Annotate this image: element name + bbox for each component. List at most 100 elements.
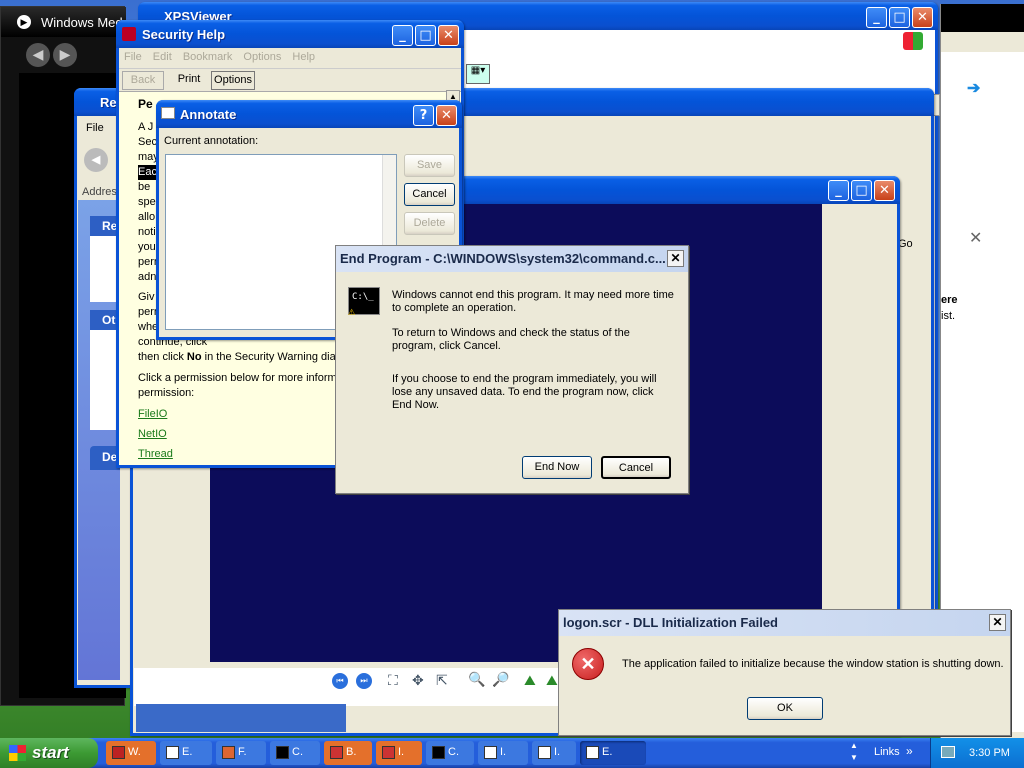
media-player-icon	[112, 746, 125, 759]
window-icon	[484, 746, 497, 759]
ie-icon	[382, 746, 395, 759]
help-button[interactable]: ?	[413, 105, 434, 126]
taskbar-scroll-buttons[interactable]: ▲ ▼	[848, 740, 860, 766]
taskbar-button[interactable]: C.	[270, 741, 320, 765]
taskbar-label: C.	[292, 746, 303, 758]
end-program-dialog[interactable]: End Program - C:\WINDOWS\system32\comman…	[335, 245, 689, 494]
zoom-in-icon[interactable]: 🔍	[468, 671, 485, 688]
network-icon[interactable]	[941, 746, 955, 758]
maximize-button[interactable]: □	[415, 25, 436, 46]
permission-line: permission:	[138, 387, 195, 399]
nav-down-icon[interactable]: ⛰	[546, 672, 558, 689]
menu-edit[interactable]: Edit	[153, 51, 172, 63]
end-program-titlebar[interactable]: End Program - C:\WINDOWS\system32\comman…	[336, 246, 688, 272]
close-x-icon[interactable]: ✕	[969, 228, 982, 248]
taskbar-button[interactable]: E.	[160, 741, 212, 765]
first-page-icon[interactable]: ⏮	[332, 673, 348, 689]
full-screen-icon[interactable]: ⇱	[436, 672, 448, 689]
warning-icon: ⚠	[348, 304, 356, 318]
close-button[interactable]: ✕	[874, 180, 895, 201]
last-page-icon[interactable]: ⏭	[356, 673, 372, 689]
taskbar-buttons: W. E. F. C. B. I. C. I. I. E.	[106, 741, 846, 765]
options-button[interactable]: Options	[211, 71, 255, 90]
error-icon: ✕	[572, 648, 604, 680]
link-fileio[interactable]: FileIO	[138, 407, 346, 422]
media-player-title: Windows Med	[41, 15, 123, 30]
zoom-out-icon[interactable]: 🔎	[492, 671, 509, 688]
delete-button[interactable]: Delete	[404, 212, 455, 235]
save-button[interactable]: Save	[404, 154, 455, 177]
permission-line: Click a permission below for more inform…	[138, 372, 346, 384]
minimize-button[interactable]: _	[392, 25, 413, 46]
maximize-button[interactable]: □	[889, 7, 910, 28]
close-button[interactable]: ✕	[667, 250, 684, 267]
view-toggle-icon[interactable]: ▦▾	[466, 64, 490, 84]
taskbar-button[interactable]: I.	[376, 741, 422, 765]
taskbar-label: E.	[182, 746, 193, 758]
cancel-button[interactable]: Cancel	[404, 183, 455, 206]
menu-bookmark[interactable]: Bookmark	[183, 51, 233, 63]
cancel-button[interactable]: Cancel	[601, 456, 671, 479]
media-player-icon: ▶	[17, 15, 31, 29]
security-help-title: Security Help	[142, 27, 226, 42]
menu-options[interactable]: Options	[243, 51, 281, 63]
maximize-button[interactable]: □	[851, 180, 872, 201]
windows-logo-icon	[9, 745, 26, 761]
link-thread[interactable]: Thread	[138, 447, 346, 462]
window-icon	[538, 746, 551, 759]
taskbar-button[interactable]: C.	[426, 741, 474, 765]
explorer-go-label[interactable]: Go	[898, 238, 913, 250]
close-button[interactable]: ✕	[438, 25, 459, 46]
taskbar-label: I.	[554, 746, 561, 758]
explorer-file-menu[interactable]: File	[86, 122, 104, 134]
taskbar-label: C.	[448, 746, 459, 758]
back-button[interactable]: Back	[122, 71, 164, 90]
right-text-1: ere	[941, 294, 958, 306]
no-line-end: in the Security Warning dia	[201, 351, 336, 363]
clock[interactable]: 3:30 PM	[969, 747, 1010, 759]
logon-error-dialog[interactable]: logon.scr - DLL Initialization Failed ✕ …	[558, 609, 1011, 736]
window-icon	[586, 746, 599, 759]
fit-width-icon[interactable]: ✥	[412, 672, 424, 689]
taskbar-label: B.	[346, 746, 357, 758]
close-button[interactable]: ✕	[436, 105, 457, 126]
links-toolbar[interactable]: Links	[874, 746, 900, 758]
taskbar-button[interactable]: B.	[324, 741, 372, 765]
taskbar-button[interactable]: F.	[216, 741, 266, 765]
command-prompt-warning-icon: C:\_ ⚠	[348, 287, 380, 318]
logon-error-titlebar[interactable]: logon.scr - DLL Initialization Failed	[559, 610, 1010, 636]
bookmark-icon	[330, 746, 343, 759]
nav-up-icon[interactable]: ⛰	[524, 672, 536, 689]
media-forward-button[interactable]: ▶	[53, 43, 77, 67]
fit-page-icon[interactable]: ⛶	[388, 672, 398, 689]
print-button[interactable]: Print	[169, 71, 209, 90]
explorer-back-icon[interactable]: ◀	[84, 148, 108, 172]
annotate-title: Annotate	[180, 107, 237, 122]
no-line-bold: No	[186, 351, 202, 363]
close-button[interactable]: ✕	[912, 7, 933, 28]
ok-button[interactable]: OK	[747, 697, 823, 720]
end-now-button[interactable]: End Now	[522, 456, 592, 479]
taskbar-button[interactable]: W.	[106, 741, 156, 765]
taskbar-label: I.	[398, 746, 405, 758]
menu-file[interactable]: File	[124, 51, 142, 63]
close-button[interactable]: ✕	[989, 614, 1006, 631]
minimize-button[interactable]: _	[866, 7, 887, 28]
link-netio[interactable]: NetIO	[138, 427, 346, 442]
end-program-msg2: To return to Windows and check the statu…	[392, 327, 630, 352]
taskbar-button[interactable]: I.	[532, 741, 576, 765]
no-line: then click No in the Security Warning di…	[138, 350, 346, 365]
start-button[interactable]: start	[0, 738, 98, 768]
taskbar-button[interactable]: I.	[478, 741, 528, 765]
menu-help[interactable]: Help	[292, 51, 315, 63]
help-heading: Pe	[138, 97, 153, 111]
links-chevron-icon[interactable]: »	[906, 744, 913, 758]
taskbar-button-active[interactable]: E.	[580, 741, 646, 765]
minimize-button[interactable]: _	[828, 180, 849, 201]
help-toolbar: Back Print Options	[119, 68, 461, 92]
taskbar-label: W.	[128, 746, 141, 758]
annotate-icon	[161, 107, 175, 119]
media-back-button[interactable]: ◀	[26, 43, 50, 67]
media-player-titlebar[interactable]: ▶ Windows Med	[1, 7, 126, 37]
forward-arrow-icon[interactable]: ➔	[967, 78, 980, 98]
